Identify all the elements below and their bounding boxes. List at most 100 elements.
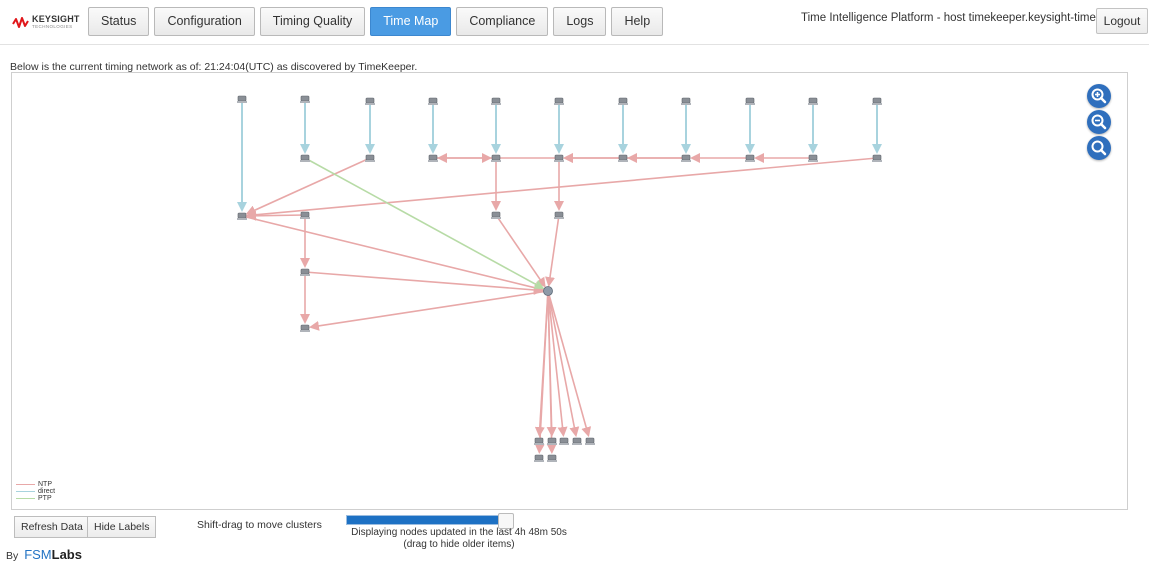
refresh-data-button[interactable]: Refresh Data	[14, 516, 90, 538]
time-map-canvas[interactable]: NTP direct PTP	[11, 72, 1128, 510]
server-node[interactable]	[365, 154, 375, 162]
server-icon	[872, 97, 882, 104]
server-base	[300, 330, 310, 332]
server-node[interactable]	[872, 154, 882, 162]
server-base	[300, 160, 310, 162]
server-icon	[872, 154, 882, 161]
server-base	[808, 160, 818, 162]
server-node[interactable]	[300, 95, 310, 103]
server-node[interactable]	[534, 454, 544, 462]
timekeeper-hub-node[interactable]	[543, 286, 553, 296]
server-base	[300, 274, 310, 276]
time-window-slider[interactable]	[346, 513, 514, 529]
server-node[interactable]	[491, 211, 501, 219]
zoom-out-button[interactable]	[1087, 110, 1111, 134]
slider-caption-line2: (drag to hide older items)	[403, 539, 515, 550]
server-icon	[547, 437, 557, 444]
legend-label-ntp: NTP	[38, 481, 52, 488]
server-node[interactable]	[681, 154, 691, 162]
server-icon	[491, 154, 501, 161]
server-icon	[681, 97, 691, 104]
zoom-in-icon	[1091, 88, 1107, 104]
server-icon	[554, 154, 564, 161]
zoom-reset-button[interactable]	[1087, 136, 1111, 160]
server-base	[491, 160, 501, 162]
server-icon	[585, 437, 595, 444]
server-icon	[808, 97, 818, 104]
keysight-wave-icon	[12, 17, 29, 28]
server-node[interactable]	[808, 154, 818, 162]
server-node[interactable]	[745, 97, 755, 105]
server-base	[365, 103, 375, 105]
ntp-link	[547, 290, 592, 438]
ntp-link	[547, 290, 580, 438]
server-node[interactable]	[585, 437, 595, 445]
server-node[interactable]	[547, 454, 557, 462]
ptp-link	[304, 157, 545, 290]
server-node[interactable]	[237, 212, 247, 220]
server-base	[491, 103, 501, 105]
server-node[interactable]	[300, 268, 310, 276]
server-node[interactable]	[547, 437, 557, 445]
server-base	[534, 443, 544, 445]
shift-drag-hint: Shift-drag to move clusters	[197, 519, 322, 531]
server-node[interactable]	[872, 97, 882, 105]
network-graph[interactable]	[12, 73, 1128, 510]
server-node[interactable]	[554, 211, 564, 219]
legend-item-ntp: NTP	[16, 481, 55, 488]
server-node[interactable]	[300, 324, 310, 332]
server-base	[300, 101, 310, 103]
tab-configuration[interactable]: Configuration	[154, 7, 255, 36]
server-icon	[618, 97, 628, 104]
slider-caption-line1: Displaying nodes updated in the last 4h …	[351, 527, 567, 538]
legend-swatch-ptp	[16, 498, 35, 499]
server-node[interactable]	[559, 437, 569, 445]
legend-item-ptp: PTP	[16, 495, 55, 502]
tab-compliance[interactable]: Compliance	[456, 7, 549, 36]
server-base	[745, 103, 755, 105]
server-base	[491, 217, 501, 219]
tab-time-map[interactable]: Time Map	[370, 7, 452, 36]
server-node[interactable]	[618, 154, 628, 162]
tab-logs[interactable]: Logs	[553, 7, 607, 36]
server-node[interactable]	[491, 97, 501, 105]
server-node[interactable]	[572, 437, 582, 445]
tab-help[interactable]: Help	[611, 7, 664, 36]
server-base	[808, 103, 818, 105]
map-legend: NTP direct PTP	[16, 481, 55, 502]
server-node[interactable]	[554, 97, 564, 105]
server-icon	[365, 154, 375, 161]
server-node[interactable]	[618, 97, 628, 105]
server-node[interactable]	[300, 154, 310, 162]
server-icon	[559, 437, 569, 444]
server-base	[554, 217, 564, 219]
server-node[interactable]	[808, 97, 818, 105]
server-icon	[618, 154, 628, 161]
server-icon	[681, 154, 691, 161]
ntp-link	[245, 157, 878, 220]
server-node[interactable]	[300, 211, 310, 219]
server-node[interactable]	[365, 97, 375, 105]
server-node[interactable]	[428, 154, 438, 162]
server-icon	[300, 268, 310, 275]
server-node[interactable]	[554, 154, 564, 162]
server-node[interactable]	[745, 154, 755, 162]
server-base	[534, 460, 544, 462]
server-node[interactable]	[491, 154, 501, 162]
hide-labels-button[interactable]: Hide Labels	[87, 516, 157, 538]
server-node[interactable]	[681, 97, 691, 105]
logo-subtext: TECHNOLOGIES	[32, 24, 73, 29]
server-base	[681, 160, 691, 162]
server-node[interactable]	[428, 97, 438, 105]
server-base	[618, 160, 628, 162]
zoom-in-button[interactable]	[1087, 84, 1111, 108]
fsmlabs-logo-suffix: Labs	[51, 547, 82, 562]
tab-status[interactable]: Status	[88, 7, 150, 36]
server-node[interactable]	[534, 437, 544, 445]
logout-button[interactable]: Logout	[1096, 8, 1148, 34]
tab-timing-quality[interactable]: Timing Quality	[259, 7, 366, 36]
server-icon	[300, 211, 310, 218]
server-node[interactable]	[237, 95, 247, 103]
server-base	[872, 103, 882, 105]
zoom-reset-icon	[1091, 140, 1107, 156]
